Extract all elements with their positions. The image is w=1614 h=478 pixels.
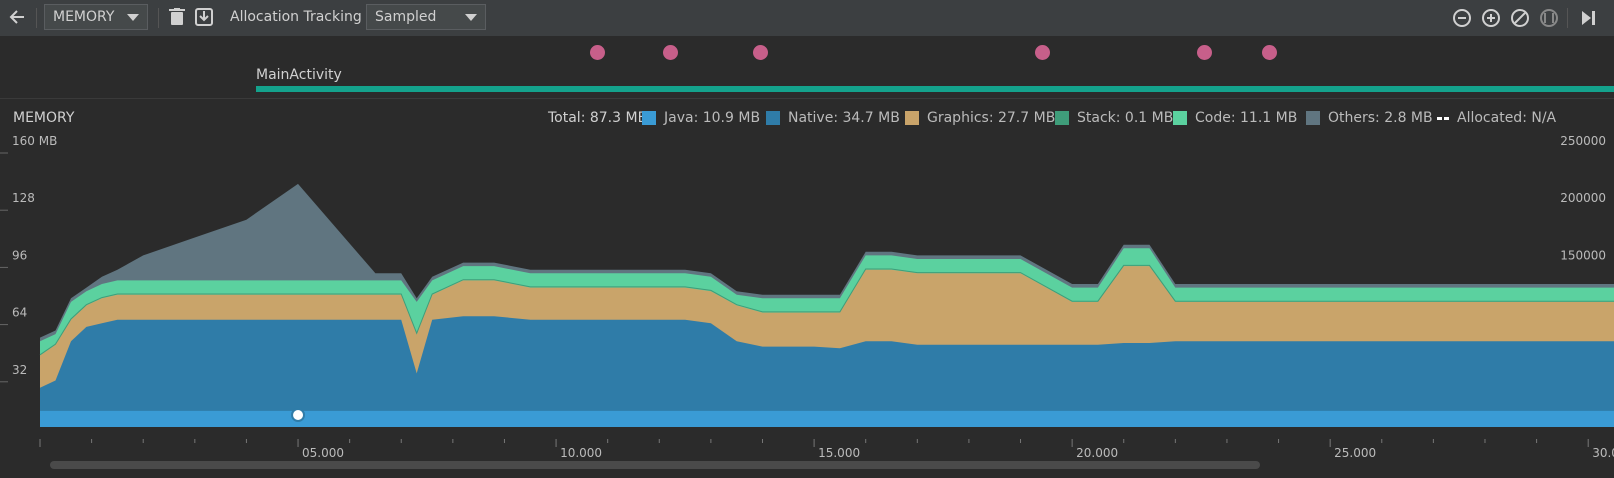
chart-title: MEMORY bbox=[13, 110, 75, 126]
java-memory-area bbox=[40, 410, 1614, 427]
y-tick-label: 128 bbox=[12, 191, 35, 205]
y-tick-label: 96 bbox=[12, 248, 27, 262]
chevron-down-icon bbox=[127, 14, 139, 21]
legend-label: Java: 10.9 MB bbox=[664, 110, 761, 126]
y-tick-label: 32 bbox=[12, 363, 27, 377]
legend-label: Graphics: 27.7 MB bbox=[927, 110, 1056, 126]
y-tick-label: 160 MB bbox=[12, 134, 57, 148]
allocation-tracking-select[interactable]: Sampled bbox=[366, 4, 486, 30]
go-live-icon[interactable] bbox=[1576, 6, 1600, 30]
legend-swatch bbox=[1306, 111, 1320, 125]
profiler-type-select[interactable]: MEMORY bbox=[44, 4, 148, 30]
touch-event-marker[interactable] bbox=[1262, 45, 1277, 60]
allocation-tracking-label: Allocation Tracking bbox=[230, 9, 362, 25]
legend-label: Stack: 0.1 MB bbox=[1077, 110, 1174, 126]
touch-event-marker[interactable] bbox=[1035, 45, 1050, 60]
touch-event-marker[interactable] bbox=[753, 45, 768, 60]
activity-lifetime-bar[interactable] bbox=[256, 86, 1614, 92]
garbage-collection-marker[interactable] bbox=[291, 408, 306, 422]
legend-label: Others: 2.8 MB bbox=[1328, 110, 1433, 126]
x-tick-label: 05.000 bbox=[302, 446, 344, 460]
right-tick-label: 150000 bbox=[1560, 248, 1606, 262]
touch-event-marker[interactable] bbox=[590, 45, 605, 60]
horizontal-scrollbar[interactable] bbox=[50, 461, 1260, 469]
memory-chart[interactable]: 160 MB1289664322500002000001500001000005… bbox=[0, 98, 1614, 439]
memory-stacked-area: 160 MB1289664322500002000001500001000005… bbox=[0, 134, 1614, 427]
x-tick-label: 10.000 bbox=[560, 446, 602, 460]
legend-item-graphics: Graphics: 27.7 MB bbox=[905, 110, 1055, 126]
zoom-out-icon[interactable] bbox=[1450, 6, 1474, 30]
x-tick-label: 30.000 bbox=[1592, 446, 1614, 460]
y-tick-label: 64 bbox=[12, 306, 27, 320]
chevron-down-icon bbox=[465, 14, 477, 21]
reset-zoom-icon[interactable] bbox=[1508, 6, 1532, 30]
touch-event-marker[interactable] bbox=[1197, 45, 1212, 60]
total-label: Total: 87.3 MB bbox=[548, 110, 648, 126]
profiler-type-value: MEMORY bbox=[53, 9, 115, 25]
x-tick-label: 20.000 bbox=[1076, 446, 1118, 460]
legend-item-native: Native: 34.7 MB bbox=[766, 110, 900, 126]
allocation-tracking-value: Sampled bbox=[375, 9, 437, 25]
legend-label: Allocated: N/A bbox=[1457, 110, 1557, 126]
legend-swatch bbox=[642, 111, 656, 125]
legend-swatch bbox=[905, 111, 919, 125]
legend-item-java: Java: 10.9 MB bbox=[642, 110, 760, 126]
right-tick-label: 250000 bbox=[1560, 134, 1606, 148]
x-tick-label: 15.000 bbox=[818, 446, 860, 460]
legend-swatch bbox=[766, 111, 780, 125]
activity-label: MainActivity bbox=[256, 67, 342, 83]
back-arrow-icon[interactable] bbox=[6, 5, 30, 29]
legend-label: Native: 34.7 MB bbox=[788, 110, 900, 126]
zoom-to-selection-icon[interactable] bbox=[1537, 6, 1561, 30]
trash-icon[interactable] bbox=[166, 6, 188, 28]
legend-swatch bbox=[1173, 111, 1187, 125]
touch-event-marker[interactable] bbox=[663, 45, 678, 60]
legend-swatch bbox=[1437, 116, 1449, 120]
legend-label: Code: 11.1 MB bbox=[1195, 110, 1298, 126]
zoom-in-icon[interactable] bbox=[1479, 6, 1503, 30]
legend-item-stack: Stack: 0.1 MB bbox=[1055, 110, 1173, 126]
legend-swatch bbox=[1055, 111, 1069, 125]
x-tick-label: 25.000 bbox=[1334, 446, 1376, 460]
legend-item-allocated: Allocated: N/A bbox=[1437, 110, 1556, 126]
export-icon[interactable] bbox=[193, 6, 215, 28]
right-tick-label: 200000 bbox=[1560, 191, 1606, 205]
profiler-toolbar: MEMORY Allocation Tracking Sampled bbox=[0, 0, 1614, 37]
legend-item-code: Code: 11.1 MB bbox=[1173, 110, 1297, 126]
legend-item-others: Others: 2.8 MB bbox=[1306, 110, 1433, 126]
